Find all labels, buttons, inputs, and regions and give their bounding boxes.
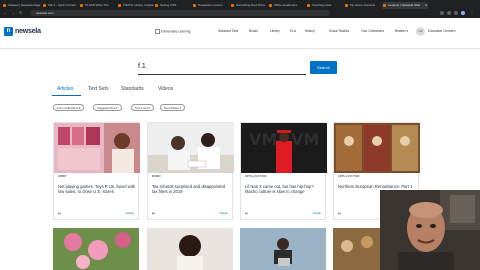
nav-item[interactable]: ELA [290,29,296,33]
article-title[interactable]: Northern European Renaissance: Part 1 [338,184,416,189]
forward-icon[interactable]: → [11,10,15,16]
nav-item[interactable]: Binders ▾ [395,29,408,33]
site-header: n newsela Elementary Learning Standard S… [0,18,480,49]
article-title[interactable]: Lil Nas X came out, but has hip-hop? Mac… [245,184,323,195]
article-image [54,123,140,173]
back-icon[interactable]: ← [3,10,7,16]
address-bar[interactable]: newsela.com [30,10,330,16]
extension-icon[interactable] [440,11,444,15]
tab-articles[interactable]: Articles [57,86,73,92]
search-value: f.1 [138,63,146,70]
article-card[interactable]: VMA VM ARTS & CULTURE Lil Nas X came out… [240,122,327,220]
new-tab-button[interactable]: + [424,2,434,9]
tab-videos[interactable]: Videos [158,86,173,92]
assign-button[interactable]: Assign [313,211,321,215]
svg-text:VM: VM [291,130,319,149]
article-card[interactable]: MONEY Tax refunds surprised and disappoi… [147,122,234,220]
tab-standards[interactable]: Standards [121,86,144,92]
browser-tab[interactable]: My Home Interests [344,2,386,9]
lexile-icon: ▮▮ [152,212,155,215]
browser-chrome: Classes | Newsela Page Tab 2 - Synk Cont… [0,0,480,18]
extension-icon[interactable] [454,11,458,15]
browser-tab[interactable]: TMATH Library Capital [117,2,158,9]
browser-tab[interactable]: CLASS Write The [79,2,121,9]
profile-icon[interactable] [461,11,465,15]
filter-collections[interactable]: From Collections ▾ [53,104,85,111]
article-image[interactable] [53,228,139,270]
filter-more[interactable]: More Filters ▾ [160,104,185,111]
nav-item[interactable]: Elementary Learning [155,29,190,34]
article-image [148,123,234,173]
nav-item[interactable]: Standard Sets [218,29,238,33]
article-image[interactable] [147,228,233,270]
article-image[interactable] [333,228,380,270]
article-title[interactable]: Tax refunds surprised and disappointed t… [152,184,230,195]
lexile-icon: ▮▮ [338,212,341,215]
lexile-icon: ▮▮ [245,212,248,215]
active-tab-indicator [52,95,81,96]
assign-button[interactable]: Assign [220,211,228,215]
avatar[interactable]: LW [416,27,425,36]
menu-icon[interactable]: ⋮ [470,10,474,16]
search-input[interactable]: f.1 [138,62,306,75]
filter-suggested[interactable]: Suggested For ▾ [93,104,122,111]
assign-button[interactable]: Assign [126,211,134,215]
nav-item[interactable]: Social Studies [329,29,349,33]
nav-item[interactable]: Books [249,29,258,33]
browser-tab[interactable]: Office Academics [268,2,310,9]
grid-icon [155,29,160,34]
browser-tab[interactable]: Teaching-units [306,2,348,9]
browser-tab[interactable]: Something Next Drive [230,2,272,9]
logo-icon: n [4,26,13,36]
tab-text-sets[interactable]: Text Sets [88,86,109,92]
browser-tab-active[interactable]: Lessons | Newsela Shar ✕ [382,2,428,9]
nav-item[interactable]: Your Collections [361,29,384,33]
lexile-icon: ▮▮ [58,212,61,215]
filter-text-level[interactable]: Text Level ▾ [131,104,154,111]
newsela-logo[interactable]: n newsela [4,26,41,36]
extension-icon[interactable] [447,11,451,15]
browser-tab[interactable]: Setting CSS [154,2,196,9]
article-image: VMA VM [241,123,327,173]
nav-item[interactable]: Library [270,29,280,33]
browser-tab[interactable]: Classes | Newsela Page [2,2,46,9]
search-button[interactable]: Search [310,61,337,74]
user-menu[interactable]: Education Central ▾ [428,29,456,33]
article-image[interactable] [240,228,326,270]
reload-icon[interactable]: ↻ [19,10,22,16]
webcam-overlay [380,190,480,270]
article-title[interactable]: Not playing games: Toys R Us, faced with… [58,184,136,195]
article-image [334,123,420,173]
nav-item[interactable]: History [305,29,315,33]
browser-tab[interactable]: Newsela's Custom [192,2,234,9]
browser-tab[interactable]: Tab 2 - Synk Content [42,2,83,9]
article-card[interactable]: HOBBY Not playing games: Toys R Us, face… [53,122,140,220]
